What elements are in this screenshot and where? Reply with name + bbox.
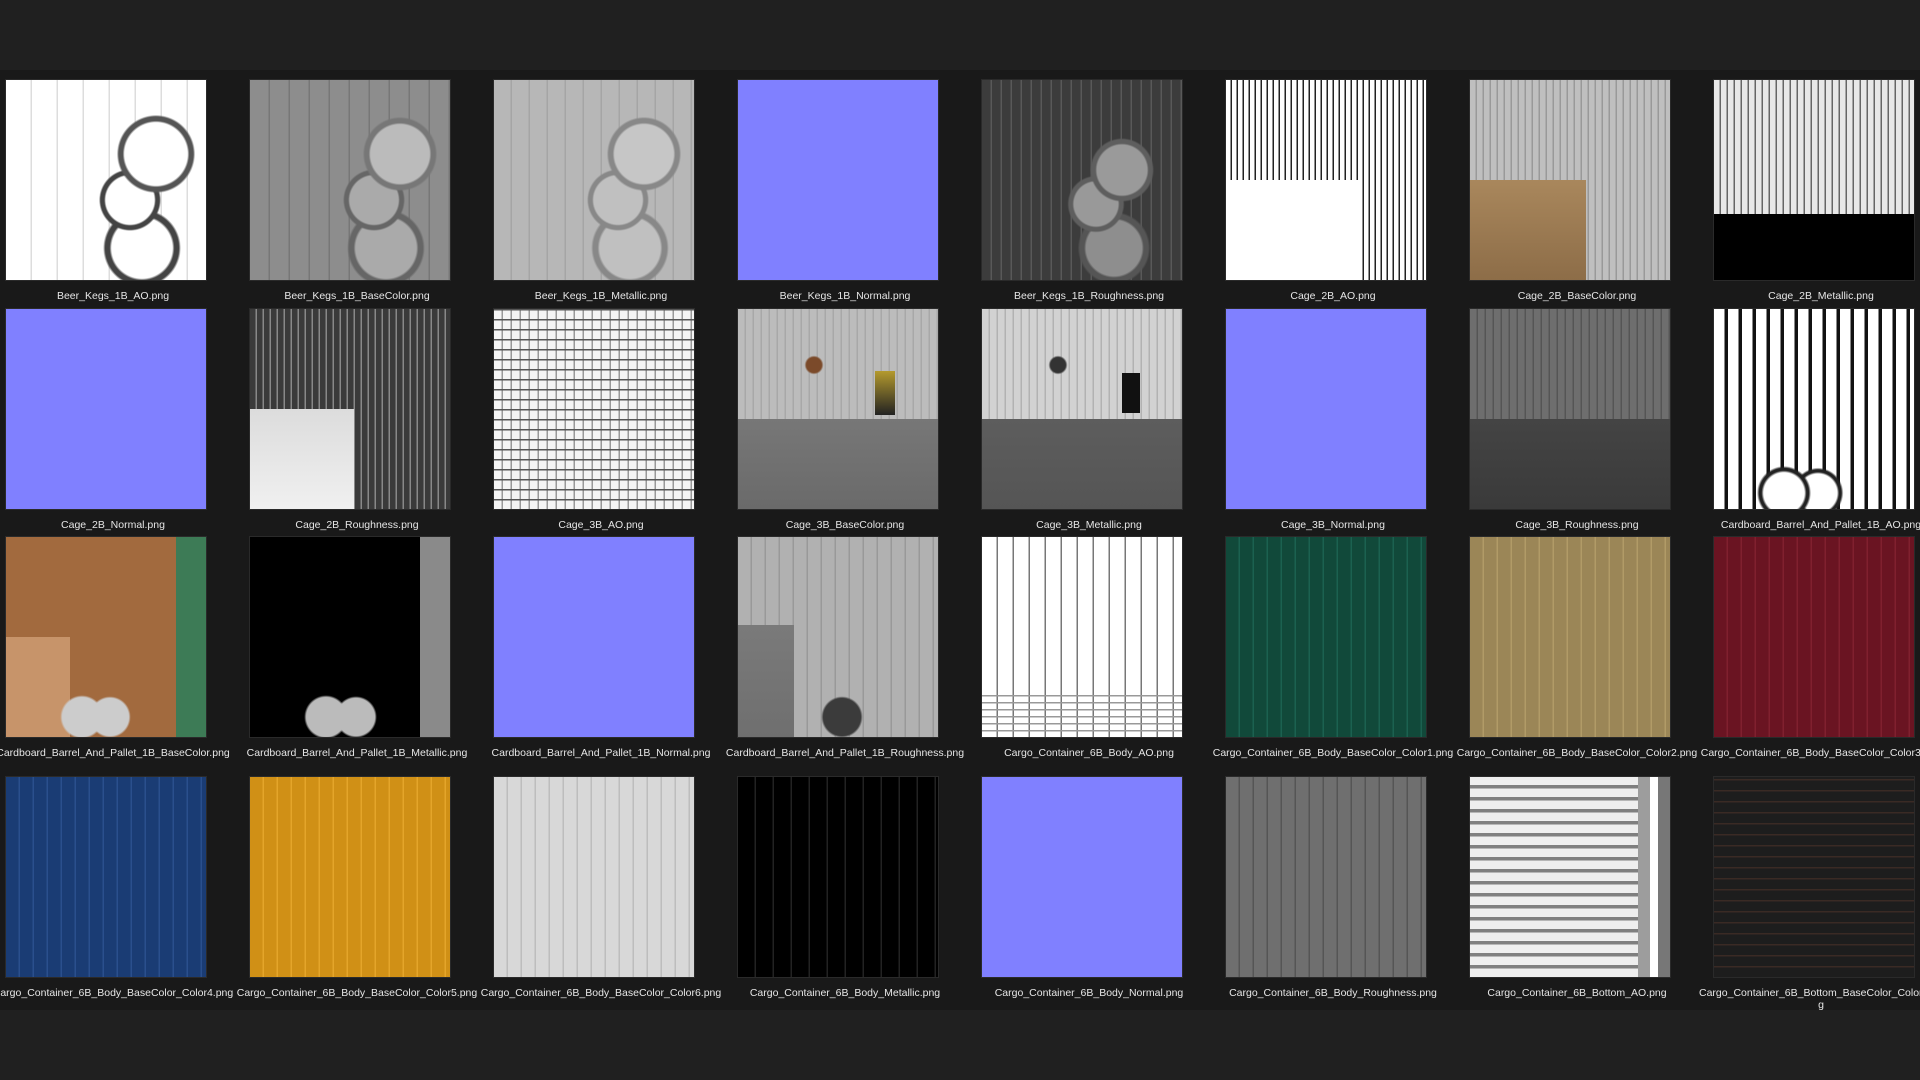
file-name: Cargo_Container_6B_Bottom_BaseColor_Colo… bbox=[1699, 987, 1920, 1011]
normal-texture-icon bbox=[737, 79, 939, 281]
metallic-texture-icon bbox=[981, 308, 1183, 510]
basecolor-texture-icon bbox=[249, 776, 451, 978]
file-name: Cage_2B_Normal.png bbox=[61, 519, 165, 531]
ao-texture-icon bbox=[1713, 308, 1915, 510]
file-name: Cargo_Container_6B_Body_BaseColor_Color3… bbox=[1700, 747, 1920, 759]
basecolor-texture-icon bbox=[5, 536, 207, 738]
file-name: Cargo_Container_6B_Body_BaseColor_Color6… bbox=[480, 987, 722, 999]
normal-texture-icon bbox=[5, 308, 207, 510]
file-name: Cage_3B_Normal.png bbox=[1281, 519, 1385, 531]
roughness-texture-icon bbox=[1225, 776, 1427, 978]
file-tile[interactable]: Cargo_Container_6B_Body_BaseColor_Color4… bbox=[0, 776, 249, 999]
basecolor-texture-icon bbox=[249, 79, 451, 281]
roughness-texture-icon bbox=[249, 308, 451, 510]
basecolor-texture-icon bbox=[737, 308, 939, 510]
file-name: Cage_2B_Roughness.png bbox=[295, 519, 419, 531]
file-name: Cardboard_Barrel_And_Pallet_1B_Metallic.… bbox=[246, 747, 468, 759]
file-name: Beer_Kegs_1B_AO.png bbox=[56, 290, 170, 302]
file-tile[interactable]: Cargo_Container_6B_Body_BaseColor_Color2… bbox=[1457, 536, 1713, 759]
file-name: Cardboard_Barrel_And_Pallet_1B_Roughness… bbox=[725, 747, 965, 759]
file-name: Cardboard_Barrel_And_Pallet_1B_Normal.pn… bbox=[491, 747, 711, 759]
normal-texture-icon bbox=[981, 776, 1183, 978]
normal-texture-icon bbox=[1225, 308, 1427, 510]
file-name: Cargo_Container_6B_Body_Normal.png bbox=[994, 987, 1184, 999]
file-tile[interactable]: Cargo_Container_6B_Body_BaseColor_Color1… bbox=[1213, 536, 1469, 759]
file-tile[interactable]: Cargo_Container_6B_Body_BaseColor_Color3… bbox=[1701, 536, 1920, 759]
file-name: Cargo_Container_6B_Body_Metallic.png bbox=[749, 987, 941, 999]
file-name: Cage_2B_AO.png bbox=[1290, 290, 1376, 302]
file-name: Cargo_Container_6B_Body_BaseColor_Color4… bbox=[0, 987, 234, 999]
file-name: Beer_Kegs_1B_Metallic.png bbox=[534, 290, 668, 302]
file-name: Cage_3B_AO.png bbox=[558, 519, 644, 531]
metallic-texture-icon bbox=[1713, 79, 1915, 281]
ao-texture-icon bbox=[1225, 79, 1427, 281]
file-name: Cage_3B_Metallic.png bbox=[1036, 519, 1142, 531]
file-name: Cargo_Container_6B_Body_BaseColor_Color2… bbox=[1456, 747, 1698, 759]
file-tile[interactable]: Cargo_Container_6B_Body_BaseColor_Color5… bbox=[237, 776, 493, 999]
basecolor-texture-icon bbox=[5, 776, 207, 978]
metallic-texture-icon bbox=[249, 536, 451, 738]
normal-texture-icon bbox=[493, 536, 695, 738]
ao-texture-icon bbox=[1469, 776, 1671, 978]
file-name: Beer_Kegs_1B_BaseColor.png bbox=[284, 290, 430, 302]
ao-texture-icon bbox=[493, 308, 695, 510]
basecolor-texture-icon bbox=[493, 776, 695, 978]
basecolor-texture-icon bbox=[1225, 536, 1427, 738]
file-name: Beer_Kegs_1B_Roughness.png bbox=[1013, 290, 1165, 302]
basecolor-texture-icon bbox=[1713, 536, 1915, 738]
ao-texture-icon bbox=[981, 536, 1183, 738]
basecolor-texture-icon bbox=[1469, 79, 1671, 281]
basecolor-texture-icon bbox=[1713, 776, 1915, 978]
file-name: Cage_2B_BaseColor.png bbox=[1517, 290, 1637, 302]
metallic-texture-icon bbox=[493, 79, 695, 281]
file-name: Cage_2B_Metallic.png bbox=[1768, 290, 1874, 302]
file-name: Cargo_Container_6B_Body_BaseColor_Color1… bbox=[1212, 747, 1454, 759]
metallic-texture-icon bbox=[737, 776, 939, 978]
ao-texture-icon bbox=[5, 79, 207, 281]
window-top-bar bbox=[0, 0, 1920, 70]
file-name: Cargo_Container_6B_Body_AO.png bbox=[1004, 747, 1174, 759]
file-name: Beer_Kegs_1B_Normal.png bbox=[779, 290, 911, 302]
window-bottom-bar bbox=[0, 1010, 1920, 1080]
file-tile[interactable]: Cargo_Container_6B_Body_BaseColor_Color6… bbox=[481, 776, 737, 999]
file-name: Cage_3B_BaseColor.png bbox=[785, 519, 905, 531]
roughness-texture-icon bbox=[737, 536, 939, 738]
file-name: Cargo_Container_6B_Bottom_AO.png bbox=[1487, 987, 1667, 999]
file-name: Cargo_Container_6B_Body_BaseColor_Color5… bbox=[236, 987, 478, 999]
roughness-texture-icon bbox=[1469, 308, 1671, 510]
roughness-texture-icon bbox=[981, 79, 1183, 281]
file-name: Cage_3B_Roughness.png bbox=[1515, 519, 1639, 531]
file-grid: Beer_Kegs_1B_AO.png Beer_Kegs_1B_BaseCol… bbox=[0, 70, 1920, 1011]
file-name: Cargo_Container_6B_Body_Roughness.png bbox=[1229, 987, 1437, 999]
file-name: Cardboard_Barrel_And_Pallet_1B_BaseColor… bbox=[0, 747, 230, 759]
basecolor-texture-icon bbox=[1469, 536, 1671, 738]
file-name: Cardboard_Barrel_And_Pallet_1B_AO.png bbox=[1720, 519, 1920, 531]
